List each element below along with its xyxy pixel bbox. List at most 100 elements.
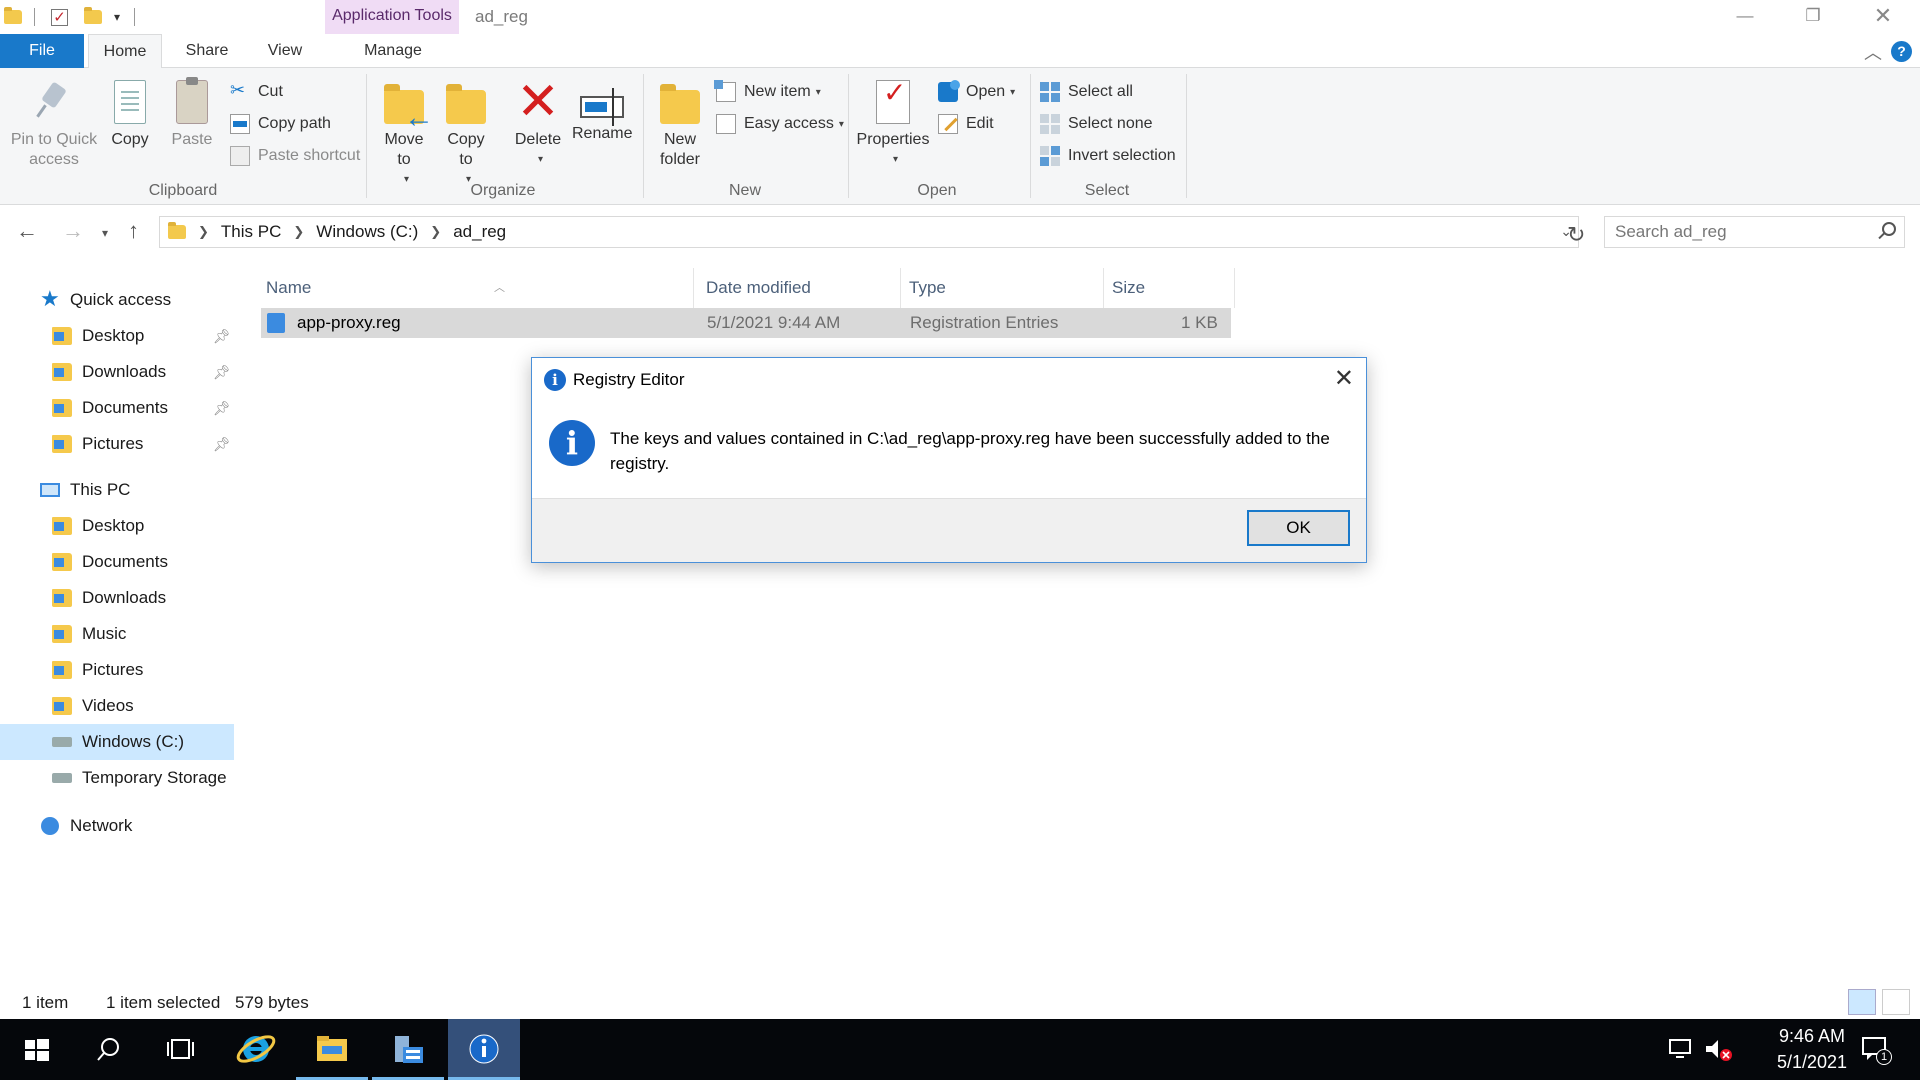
copy-to-button[interactable]: Copy to ▾ (442, 80, 490, 190)
drive-icon (52, 773, 72, 783)
open-label: Open (966, 83, 1006, 100)
clock[interactable]: 9:46 AM 5/1/2021 (1762, 1023, 1862, 1075)
tab-view[interactable]: View (250, 34, 320, 68)
pin-to-quick-access-button[interactable]: Pin to Quick access (8, 80, 100, 170)
breadcrumb-windows-c[interactable]: Windows (C:) (316, 222, 418, 242)
action-center-icon[interactable]: 1 (1860, 1035, 1892, 1065)
cut-button[interactable]: Cut (230, 80, 283, 104)
open-button[interactable]: Open ▾ (938, 80, 1015, 104)
task-view-button[interactable] (144, 1019, 216, 1080)
registry-editor-taskbar-button[interactable] (448, 1019, 520, 1080)
application-tools-label: Application Tools (325, 0, 459, 34)
customize-qat-icon[interactable]: ▾ (114, 10, 120, 24)
start-button[interactable] (0, 1019, 72, 1080)
server-manager-button[interactable] (372, 1019, 444, 1080)
sidebar-item-this-pc[interactable]: This PC (0, 472, 234, 508)
tab-manage[interactable]: Manage (345, 34, 441, 68)
sidebar-item-label: Pictures (82, 660, 144, 679)
folder-icon (4, 7, 22, 24)
divider (366, 74, 367, 198)
sidebar-item-pc-videos[interactable]: Videos (0, 688, 234, 724)
refresh-icon[interactable]: ↻ (1567, 222, 1585, 248)
tab-file[interactable]: File (0, 34, 84, 68)
select-all-button[interactable]: Select all (1040, 80, 1133, 104)
breadcrumb-this-pc[interactable]: This PC (221, 222, 281, 242)
forward-icon[interactable]: → (62, 218, 84, 244)
sort-ascending-icon: ︿ (494, 282, 505, 294)
pin-icon[interactable]: 📌︎ (213, 400, 231, 417)
pin-icon[interactable]: 📌︎ (213, 436, 231, 453)
pictures-folder-icon (52, 661, 72, 679)
paste-shortcut-button[interactable]: Paste shortcut (230, 144, 360, 168)
rename-button[interactable]: Rename (572, 80, 632, 144)
sidebar-item-quick-desktop[interactable]: Desktop 📌︎ (0, 318, 234, 354)
sidebar-item-pc-music[interactable]: Music (0, 616, 234, 652)
table-row[interactable]: app-proxy.reg 5/1/2021 9:44 AM Registrat… (261, 308, 1231, 338)
sidebar-item-pc-downloads[interactable]: Downloads (0, 580, 234, 616)
ok-button[interactable]: OK (1247, 510, 1350, 546)
new-item-button[interactable]: New item ▾ (714, 80, 821, 104)
select-all-icon (1040, 82, 1060, 102)
close-button[interactable]: ✕ (1848, 0, 1918, 34)
collapse-ribbon-icon[interactable]: ︿ (1864, 39, 1882, 65)
back-icon[interactable]: ← (16, 218, 38, 244)
breadcrumb-ad-reg[interactable]: ad_reg (453, 222, 506, 242)
volume-muted-icon[interactable] (1704, 1037, 1734, 1068)
pin-icon[interactable]: 📌︎ (213, 364, 231, 381)
new-folder-qat-icon[interactable] (84, 7, 102, 24)
tab-home[interactable]: Home (88, 34, 162, 69)
group-label-organize: Organize (470, 182, 536, 199)
large-icons-view-icon[interactable] (1882, 989, 1910, 1015)
pin-icon[interactable]: 📌︎ (213, 328, 231, 345)
sidebar-item-pc-desktop[interactable]: Desktop (0, 508, 234, 544)
properties-button[interactable]: Properties ▾ (854, 80, 932, 170)
close-icon[interactable]: ✕ (1334, 364, 1354, 393)
recent-locations-icon[interactable]: ▾ (102, 226, 108, 240)
internet-explorer-button[interactable] (220, 1019, 292, 1080)
move-to-button[interactable]: Move to ▾ (380, 80, 434, 190)
sidebar-item-quick-downloads[interactable]: Downloads 📌︎ (0, 354, 234, 390)
sidebar-item-network[interactable]: Network (0, 808, 234, 844)
properties-qat-icon[interactable]: ✓ (51, 8, 68, 26)
column-header-date[interactable]: Date modified (698, 268, 901, 308)
file-explorer-button[interactable] (296, 1019, 368, 1080)
details-view-icon[interactable] (1848, 989, 1876, 1015)
chevron-down-icon: ▾ (1010, 86, 1016, 98)
network-tray-icon[interactable] (1668, 1037, 1694, 1066)
column-header-size[interactable]: Size (1104, 268, 1235, 308)
sidebar-item-pc-documents[interactable]: Documents (0, 544, 234, 580)
sidebar-item-pc-pictures[interactable]: Pictures (0, 652, 234, 688)
quick-access-toolbar: ✓ ▾ (4, 6, 136, 28)
help-icon[interactable]: ? (1891, 41, 1912, 62)
group-label-clipboard: Clipboard (148, 182, 218, 199)
copy-path-button[interactable]: Copy path (230, 112, 331, 136)
minimize-button[interactable]: — (1710, 0, 1780, 34)
sidebar-item-quick-pictures[interactable]: Pictures 📌︎ (0, 426, 234, 462)
sidebar-item-windows-c[interactable]: Windows (C:) (0, 724, 234, 760)
select-none-button[interactable]: Select none (1040, 112, 1153, 136)
sidebar-item-quick-documents[interactable]: Documents 📌︎ (0, 390, 234, 426)
invert-selection-button[interactable]: Invert selection (1040, 144, 1176, 168)
scissors-icon (230, 80, 250, 102)
column-header-name[interactable]: Name ︿ (258, 268, 694, 308)
copy-button[interactable]: Copy (106, 80, 154, 150)
maximize-button[interactable]: ❐ (1778, 0, 1848, 34)
delete-button[interactable]: ✕ Delete ▾ (512, 76, 564, 170)
new-folder-button[interactable]: New folder (655, 80, 705, 170)
sidebar-item-temporary-storage[interactable]: Temporary Storage (0, 760, 234, 796)
sidebar-item-quick-access[interactable]: Quick access (0, 282, 234, 318)
edit-button[interactable]: Edit (938, 112, 994, 136)
search-input[interactable]: Search ad_reg (1604, 216, 1905, 248)
address-input[interactable]: ❯ This PC ❯ Windows (C:) ❯ ad_reg ⌄ (159, 216, 1579, 248)
tab-share[interactable]: Share (172, 34, 242, 68)
move-to-icon (384, 84, 434, 128)
file-explorer-icon (317, 1036, 347, 1061)
divider (848, 74, 849, 198)
easy-access-button[interactable]: Easy access ▾ (716, 112, 844, 136)
column-header-type[interactable]: Type (901, 268, 1104, 308)
up-icon[interactable]: ↑ (128, 218, 139, 244)
paste-button[interactable]: Paste (168, 77, 216, 150)
search-taskbar-button[interactable] (72, 1019, 144, 1080)
computer-icon (40, 483, 60, 497)
selection-count: 1 item selected (106, 993, 221, 1012)
